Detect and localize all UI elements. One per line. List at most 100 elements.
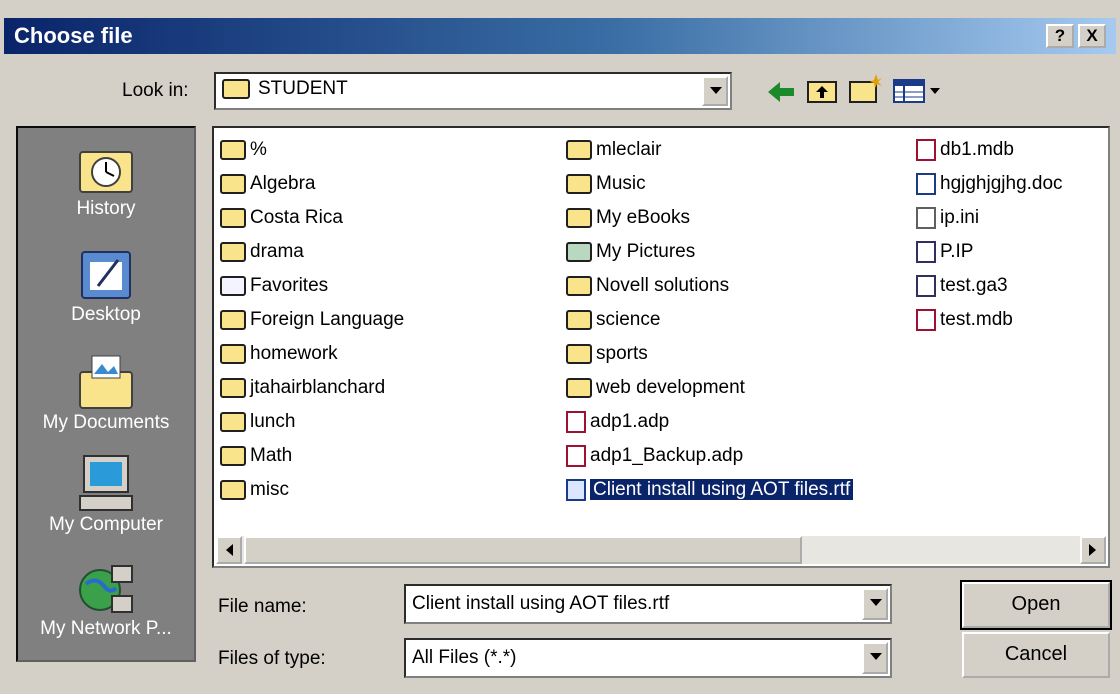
folder-icon bbox=[220, 207, 246, 228]
folder-icon bbox=[222, 78, 250, 99]
folder-item[interactable]: web development bbox=[566, 374, 745, 402]
folder-icon bbox=[566, 207, 592, 228]
look-in-text: STUDENT bbox=[258, 78, 348, 99]
folder-icon bbox=[566, 139, 592, 160]
file-item-selected[interactable]: Client install using AOT files.rtf bbox=[566, 476, 854, 504]
look-in-label: Look in: bbox=[122, 80, 189, 101]
place-history[interactable]: History bbox=[18, 140, 194, 220]
place-my-documents[interactable]: My Documents bbox=[18, 350, 194, 434]
file-item[interactable]: test.mdb bbox=[916, 306, 1013, 334]
title-bar: Choose file ? X bbox=[4, 18, 1116, 54]
file-type-label: Files of type: bbox=[218, 648, 326, 669]
rtf-document-icon bbox=[566, 478, 586, 501]
folder-icon bbox=[220, 479, 246, 500]
folder-item[interactable]: mleclair bbox=[566, 136, 661, 164]
file-name-value: Client install using AOT files.rtf bbox=[412, 593, 670, 614]
place-my-computer[interactable]: My Computer bbox=[18, 452, 194, 536]
folder-icon bbox=[220, 241, 246, 262]
place-my-documents-label: My Documents bbox=[42, 412, 170, 433]
folder-icon bbox=[566, 377, 592, 398]
desktop-icon bbox=[81, 251, 131, 299]
arrow-right-icon bbox=[1089, 544, 1096, 556]
folder-item[interactable]: drama bbox=[220, 238, 304, 266]
cancel-button[interactable]: Cancel bbox=[962, 632, 1110, 678]
folder-item[interactable]: % bbox=[220, 136, 267, 164]
choose-file-dialog: Choose file ? X Look in: STUDENT History… bbox=[0, 0, 1120, 694]
pictures-folder-icon bbox=[566, 241, 592, 262]
file-item[interactable]: db1.mdb bbox=[916, 136, 1014, 164]
access-database-icon bbox=[916, 308, 936, 331]
folder-item[interactable]: Music bbox=[566, 170, 646, 198]
folder-item[interactable]: sports bbox=[566, 340, 648, 368]
place-history-label: History bbox=[76, 198, 136, 219]
file-list: % Algebra Costa Rica drama Favorites For… bbox=[212, 126, 1110, 568]
file-name-dropdown-button[interactable] bbox=[862, 588, 888, 620]
access-database-icon bbox=[916, 138, 936, 161]
back-icon[interactable] bbox=[766, 80, 796, 104]
network-places-icon bbox=[79, 565, 133, 613]
folder-item[interactable]: homework bbox=[220, 340, 338, 368]
up-folder-icon[interactable] bbox=[806, 76, 838, 104]
folder-item[interactable]: Math bbox=[220, 442, 292, 470]
file-name-input[interactable]: Client install using AOT files.rtf bbox=[404, 584, 892, 624]
ini-file-icon bbox=[916, 206, 936, 229]
place-desktop-label: Desktop bbox=[71, 304, 141, 325]
look-in-value: STUDENT bbox=[222, 78, 348, 100]
close-button[interactable]: X bbox=[1078, 24, 1106, 48]
new-folder-icon[interactable] bbox=[848, 72, 882, 104]
file-item[interactable]: hgjghjgjhg.doc bbox=[916, 170, 1063, 198]
file-item[interactable]: adp1_Backup.adp bbox=[566, 442, 743, 470]
window-title: Choose file bbox=[14, 23, 133, 48]
place-network-label: My Network P... bbox=[40, 618, 172, 639]
folder-item[interactable]: lunch bbox=[220, 408, 295, 436]
folder-icon bbox=[220, 411, 246, 432]
folder-icon bbox=[220, 343, 246, 364]
folder-item[interactable]: Costa Rica bbox=[220, 204, 343, 232]
place-my-computer-label: My Computer bbox=[48, 514, 164, 535]
access-project-icon bbox=[566, 410, 586, 433]
folder-item[interactable]: Foreign Language bbox=[220, 306, 404, 334]
file-type-value: All Files (*.*) bbox=[412, 647, 517, 668]
look-in-dropdown[interactable]: STUDENT bbox=[214, 72, 732, 110]
file-name-label: File name: bbox=[218, 596, 307, 617]
folder-icon bbox=[566, 309, 592, 330]
file-item[interactable]: adp1.adp bbox=[566, 408, 669, 436]
folder-icon bbox=[220, 139, 246, 160]
look-in-dropdown-button[interactable] bbox=[702, 76, 728, 106]
folder-icon bbox=[566, 173, 592, 194]
file-item[interactable]: P.IP bbox=[916, 238, 973, 266]
open-button[interactable]: Open bbox=[960, 580, 1112, 630]
horizontal-scrollbar[interactable] bbox=[216, 536, 1106, 564]
folder-item[interactable]: jtahairblanchard bbox=[220, 374, 385, 402]
folder-item[interactable]: science bbox=[566, 306, 660, 334]
my-documents-icon bbox=[79, 355, 133, 409]
folder-item[interactable]: Novell solutions bbox=[566, 272, 729, 300]
folder-item[interactable]: My eBooks bbox=[566, 204, 690, 232]
places-bar: History Desktop My Documents My Computer… bbox=[16, 126, 196, 662]
file-item[interactable]: ip.ini bbox=[916, 204, 979, 232]
access-project-icon bbox=[566, 444, 586, 467]
arrow-left-icon bbox=[226, 544, 233, 556]
folder-icon bbox=[566, 343, 592, 364]
view-menu-icon[interactable] bbox=[892, 78, 944, 104]
history-icon bbox=[79, 151, 133, 193]
scroll-thumb[interactable] bbox=[244, 536, 802, 564]
file-type-dropdown-button[interactable] bbox=[862, 642, 888, 674]
help-button[interactable]: ? bbox=[1046, 24, 1074, 48]
folder-icon bbox=[220, 377, 246, 398]
folder-icon bbox=[220, 173, 246, 194]
folder-item[interactable]: Algebra bbox=[220, 170, 316, 198]
folder-item[interactable]: misc bbox=[220, 476, 289, 504]
place-network[interactable]: My Network P... bbox=[18, 560, 194, 640]
place-desktop[interactable]: Desktop bbox=[18, 246, 194, 326]
generic-file-icon bbox=[916, 274, 936, 297]
scroll-left-button[interactable] bbox=[216, 536, 242, 564]
file-type-dropdown[interactable]: All Files (*.*) bbox=[404, 638, 892, 678]
folder-item[interactable]: My Pictures bbox=[566, 238, 695, 266]
file-item[interactable]: test.ga3 bbox=[916, 272, 1008, 300]
word-document-icon bbox=[916, 172, 936, 195]
my-computer-icon bbox=[79, 455, 133, 511]
scroll-right-button[interactable] bbox=[1080, 536, 1106, 564]
folder-item[interactable]: Favorites bbox=[220, 272, 328, 300]
folder-icon bbox=[220, 445, 246, 466]
